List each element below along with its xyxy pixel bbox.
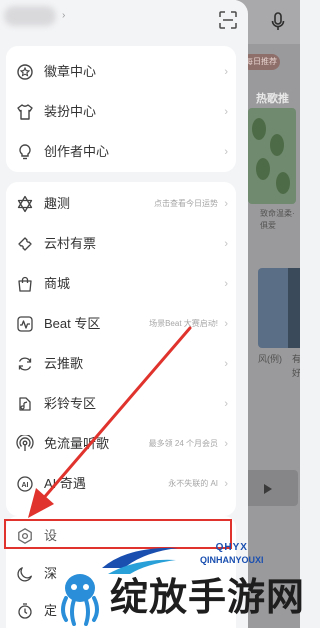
background-video-title-2: 有 好 (292, 354, 300, 378)
chevron-right-icon[interactable]: › (62, 10, 65, 21)
menu-item-ringtone-zone[interactable]: 彩铃专区 › (6, 384, 236, 424)
services-card: 徽章中心 › 装扮中心 › 创作者中心 › (6, 46, 236, 172)
watermark-pinyin: QINHANYOUXI (200, 555, 264, 565)
chevron-right-icon: › (224, 318, 228, 330)
menu-item-label: AI 奇遇 (44, 476, 86, 491)
chevron-right-icon: › (224, 438, 228, 450)
menu-item-label: Beat 专区 (44, 316, 101, 331)
drawer-header: › (0, 0, 248, 44)
watermark-text: 绽放手游网 (110, 575, 306, 619)
menu-item-data-free-listening[interactable]: 免流量听歌 最多领 24 个月会员 › (6, 424, 236, 464)
background-video-card-2[interactable] (288, 268, 300, 348)
chevron-right-icon: › (224, 398, 228, 410)
menu-item-label: 云推歌 (44, 356, 84, 371)
refresh-music-icon (16, 355, 34, 373)
menu-item-label: 彩铃专区 (44, 396, 97, 411)
ticket-icon (16, 235, 34, 253)
broadcast-icon (16, 434, 34, 453)
badge-icon (16, 63, 34, 81)
menu-item-beat-zone[interactable]: Beat 专区 场景Beat 大赛启动! › (6, 304, 236, 344)
site-watermark: QHYX QINHANYOUXI 绽放手游网 (36, 520, 304, 628)
menu-item-label: 免流量听歌 (44, 436, 110, 451)
chevron-right-icon: › (224, 146, 228, 158)
menu-item-hint: 永不失联的 AI (168, 479, 218, 488)
features-card: 趣测 点击查看今日运势 › 云村有票 › 商城 › Beat 专区 场景Beat… (6, 182, 236, 516)
menu-item-label: 创作者中心 (44, 144, 110, 159)
background-playlist-title: 致命温柔·俱爱 (260, 209, 295, 230)
user-profile[interactable] (4, 6, 56, 26)
background-hot-title: 热歌推 (256, 93, 289, 105)
menu-item-ai-encounter[interactable]: AI AI 奇遇 永不失联的 AI › (6, 464, 236, 504)
chevron-right-icon: › (224, 238, 228, 250)
background-video-title: 风(例) (258, 354, 282, 364)
timer-icon (16, 602, 34, 620)
play-icon[interactable] (264, 484, 272, 494)
scan-icon[interactable] (218, 10, 238, 30)
menu-item-hint: 最多领 24 个月会员 (148, 439, 218, 448)
menu-item-label: 云村有票 (44, 236, 97, 251)
menu-item-hint: 点击查看今日运势 (154, 199, 218, 208)
ringtone-icon (16, 395, 34, 413)
menu-item-creator-center[interactable]: 创作者中心 › (6, 132, 236, 172)
microphone-icon[interactable] (270, 12, 286, 32)
chevron-right-icon: › (224, 358, 228, 370)
menu-item-fun-test[interactable]: 趣测 点击查看今日运势 › (6, 184, 236, 224)
chevron-right-icon: › (224, 198, 228, 210)
menu-item-label: 徽章中心 (44, 64, 97, 79)
menu-item-dress-up-center[interactable]: 装扮中心 › (6, 92, 236, 132)
menu-item-label: 装扮中心 (44, 104, 97, 119)
background-playlist-card[interactable] (248, 108, 296, 204)
menu-item-label: 商城 (44, 276, 71, 291)
star-of-david-icon (16, 195, 34, 213)
tshirt-icon (16, 103, 34, 121)
svg-text:AI: AI (22, 482, 29, 489)
shopping-bag-icon (16, 275, 34, 293)
swoosh-logo-icon (102, 547, 178, 574)
menu-item-cloud-recommend[interactable]: 云推歌 › (6, 344, 236, 384)
chevron-right-icon: › (224, 106, 228, 118)
watermark-brand-code: QHYX (215, 542, 248, 553)
menu-item-label: 趣测 (44, 196, 71, 211)
moon-icon (16, 565, 34, 583)
menu-item-badge-center[interactable]: 徽章中心 › (6, 52, 236, 92)
lightbulb-icon (16, 143, 34, 161)
octopus-logo-icon (61, 574, 99, 626)
menu-item-mall[interactable]: 商城 › (6, 264, 236, 304)
watermark-brand: QHYX QINHANYOUXI (200, 542, 264, 566)
ai-icon: AI (16, 475, 34, 493)
chevron-right-icon: › (224, 278, 228, 290)
menu-item-cloud-village-tickets[interactable]: 云村有票 › (6, 224, 236, 264)
chevron-right-icon: › (224, 478, 228, 490)
waveform-icon (16, 315, 34, 333)
menu-item-hint: 场景Beat 大赛启动! (149, 319, 218, 328)
chevron-right-icon: › (224, 66, 228, 78)
